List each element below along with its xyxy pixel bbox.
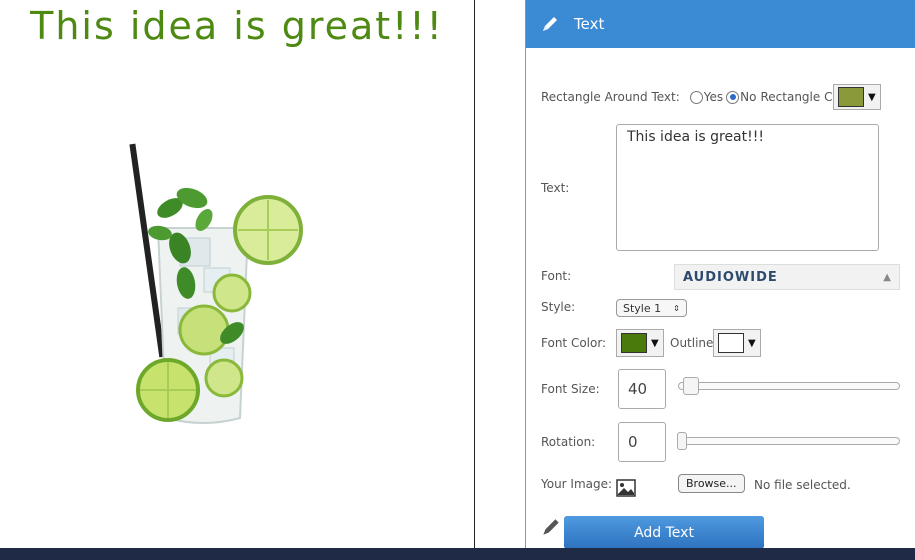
chevron-up-icon: ▲ (883, 271, 891, 283)
font-select[interactable]: AUDIOWIDE ▲ (674, 264, 900, 290)
desktop-taskbar-strip (0, 548, 915, 560)
font-size-slider-thumb[interactable] (683, 377, 699, 395)
font-size-label: Font Size: (541, 382, 600, 396)
rectangle-no-radio[interactable] (726, 90, 740, 104)
rotation-slider-thumb[interactable] (677, 432, 687, 450)
text-label: Text: (541, 181, 570, 195)
rotation-input[interactable]: 0 (618, 422, 666, 462)
style-select[interactable]: Style 1 ⇕ (616, 299, 687, 317)
text-input[interactable] (616, 124, 879, 251)
browse-button[interactable]: Browse... (678, 474, 745, 493)
font-color-label: Font Color: (541, 336, 607, 350)
rectangle-yes-radio[interactable] (689, 90, 703, 104)
font-color-picker[interactable]: ▼ (616, 329, 664, 357)
updown-arrows-icon: ⇕ (673, 303, 680, 313)
outline-color-picker[interactable]: ▼ (713, 329, 761, 357)
rectangle-color-swatch (838, 87, 864, 107)
pencil-icon (543, 17, 557, 31)
canvas-headline-text[interactable]: This idea is great!!! (0, 4, 474, 48)
rotation-label: Rotation: (541, 435, 596, 449)
style-select-value: Style 1 (623, 301, 662, 315)
add-text-button[interactable]: Add Text (564, 516, 764, 549)
rectangle-label: Rectangle Around Text: (541, 90, 680, 104)
text-properties-panel: Text Rectangle Around Text: Yes No Recta… (525, 0, 915, 549)
font-color-swatch (621, 333, 647, 353)
font-select-value: AUDIOWIDE (683, 269, 778, 285)
panel-header-title: Text (574, 15, 605, 33)
style-label: Style: (541, 300, 576, 314)
file-status-text: No file selected. (754, 478, 851, 492)
rectangle-no-label[interactable]: No (740, 90, 756, 104)
font-size-slider[interactable] (678, 377, 900, 395)
outline-label: Outline: (670, 336, 718, 350)
rotation-slider[interactable] (677, 432, 900, 450)
font-size-input[interactable]: 40 (618, 369, 666, 409)
style-row: Style: (541, 300, 575, 314)
panel-header[interactable]: Text (526, 0, 915, 48)
image-icon (616, 479, 636, 497)
rectangle-yes-label[interactable]: Yes (704, 90, 723, 104)
your-image-label: Your Image: (541, 477, 613, 491)
chevron-down-icon: ▼ (868, 91, 876, 103)
design-canvas[interactable]: This idea is great!!! (0, 0, 475, 548)
font-label: Font: (541, 269, 572, 283)
rectangle-color-picker[interactable]: ▼ (833, 84, 881, 110)
mojito-glass-image (129, 143, 303, 424)
chevron-down-icon: ▼ (651, 337, 659, 349)
rectangle-row: Rectangle Around Text: Yes No Rectangle … (541, 90, 859, 104)
chevron-down-icon: ▼ (748, 337, 756, 349)
outline-color-swatch (718, 333, 744, 353)
pencil-icon (543, 519, 559, 535)
